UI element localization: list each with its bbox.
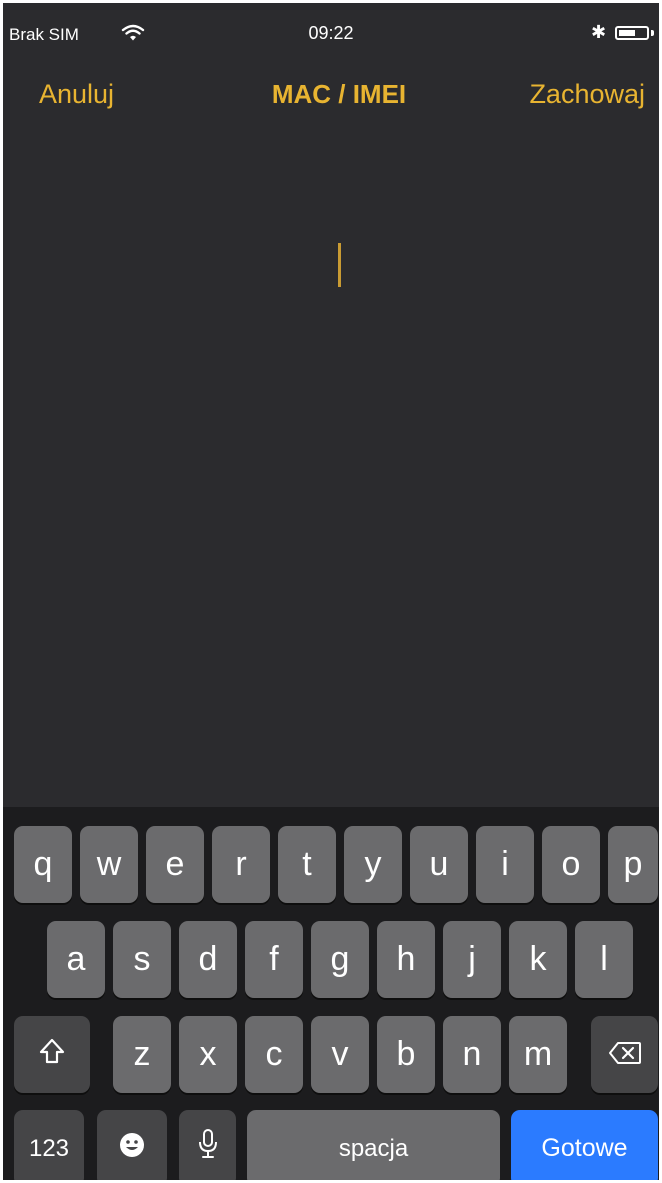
key-l[interactable]: l: [575, 921, 633, 998]
emoji-key[interactable]: [97, 1110, 167, 1180]
key-i[interactable]: i: [476, 826, 534, 903]
key-y[interactable]: y: [344, 826, 402, 903]
key-p[interactable]: p: [608, 826, 658, 903]
dictation-key[interactable]: [179, 1110, 236, 1180]
battery-icon: [615, 26, 649, 40]
key-z[interactable]: z: [113, 1016, 171, 1093]
emoji-icon: [118, 1129, 146, 1168]
content-area: [3, 123, 659, 807]
key-x[interactable]: x: [179, 1016, 237, 1093]
key-h[interactable]: h: [377, 921, 435, 998]
shift-key[interactable]: [14, 1016, 90, 1093]
key-c[interactable]: c: [245, 1016, 303, 1093]
key-n[interactable]: n: [443, 1016, 501, 1093]
key-j[interactable]: j: [443, 921, 501, 998]
app-screen: Brak SIM 09:22 ✱ Anuluj MAC / IMEI Zacho…: [3, 3, 659, 1180]
key-e[interactable]: e: [146, 826, 204, 903]
battery-cap: [651, 30, 654, 36]
status-time: 09:22: [308, 23, 354, 43]
key-m[interactable]: m: [509, 1016, 567, 1093]
key-w[interactable]: w: [80, 826, 138, 903]
key-g[interactable]: g: [311, 921, 369, 998]
done-key[interactable]: Gotowe: [511, 1110, 658, 1180]
key-q[interactable]: q: [14, 826, 72, 903]
key-r[interactable]: r: [212, 826, 270, 903]
key-a[interactable]: a: [47, 921, 105, 998]
key-k[interactable]: k: [509, 921, 567, 998]
key-f[interactable]: f: [245, 921, 303, 998]
backspace-icon: [608, 1035, 642, 1074]
text-caret: [338, 243, 341, 287]
shift-icon: [38, 1035, 66, 1074]
key-s[interactable]: s: [113, 921, 171, 998]
backspace-key[interactable]: [591, 1016, 658, 1093]
microphone-icon: [197, 1128, 219, 1169]
battery-level: [619, 30, 635, 36]
status-bar: Brak SIM 09:22 ✱: [3, 3, 659, 63]
space-key[interactable]: spacja: [247, 1110, 500, 1180]
key-v[interactable]: v: [311, 1016, 369, 1093]
navigation-bar: Anuluj MAC / IMEI Zachowaj: [3, 63, 659, 123]
mac-imei-input[interactable]: [3, 223, 659, 303]
numbers-key[interactable]: 123: [14, 1110, 84, 1180]
key-o[interactable]: o: [542, 826, 600, 903]
save-button[interactable]: Zachowaj: [529, 79, 645, 110]
key-t[interactable]: t: [278, 826, 336, 903]
bluetooth-icon: ✱: [591, 22, 607, 42]
key-b[interactable]: b: [377, 1016, 435, 1093]
keyboard: q w e r t y u i o p a s d f g h j k l z …: [3, 807, 659, 1180]
key-d[interactable]: d: [179, 921, 237, 998]
key-u[interactable]: u: [410, 826, 468, 903]
